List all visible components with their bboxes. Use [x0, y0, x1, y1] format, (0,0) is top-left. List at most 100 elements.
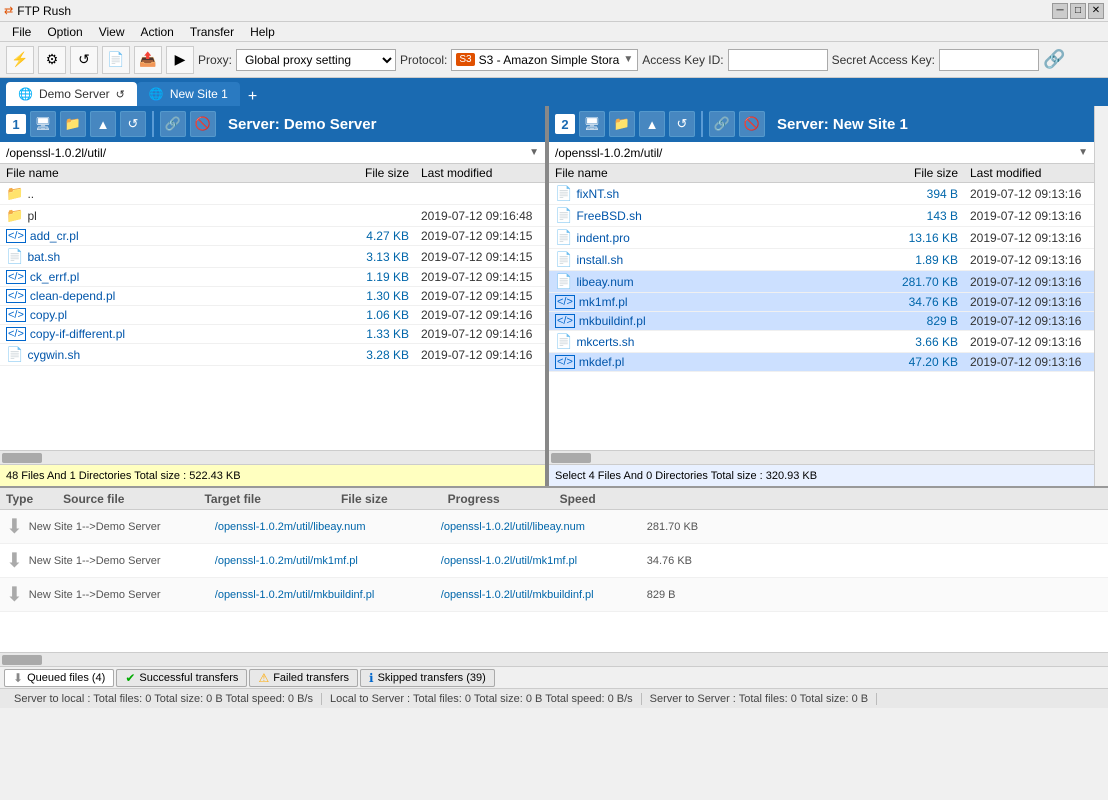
add-tab-button[interactable]: + [240, 88, 265, 106]
protocol-dropdown-icon[interactable]: ▼ [623, 54, 633, 65]
table-row[interactable]: </>copy-if-different.pl 1.33 KB 2019-07-… [0, 325, 545, 344]
access-key-input[interactable] [728, 49, 828, 71]
panel-1-path-text[interactable]: /openssl-1.0.2l/util/ [6, 146, 106, 160]
menu-option[interactable]: Option [39, 23, 90, 41]
transfer-row-type: New Site 1-->Demo Server [29, 555, 209, 567]
status-local-to-server: Local to Server : Total files: 0 Total s… [322, 693, 642, 705]
panel-2-up-btn[interactable]: ▲ [639, 111, 665, 137]
terminal-button[interactable]: ▶ [166, 46, 194, 74]
table-row[interactable]: </>ck_errf.pl 1.19 KB 2019-07-12 09:14:1… [0, 268, 545, 287]
titlebar-left: ⇄ FTP Rush [4, 4, 71, 18]
transfer-row-target: /openssl-1.0.2l/util/mk1mf.pl [441, 555, 641, 567]
panel-2-col-size[interactable]: File size [874, 164, 964, 183]
panel-2-desktop-btn[interactable]: 🖥 [579, 111, 605, 137]
proxy-select[interactable]: Global proxy setting [236, 49, 396, 71]
table-row[interactable]: 📄cygwin.sh 3.28 KB 2019-07-12 09:14:16 [0, 344, 545, 366]
bottom-tab-3[interactable]: ℹSkipped transfers (39) [360, 669, 495, 687]
panel-2-ban-btn[interactable]: 🚫 [739, 111, 765, 137]
panel-1-up-btn[interactable]: ▲ [90, 111, 116, 137]
table-row[interactable]: </>copy.pl 1.06 KB 2019-07-12 09:14:16 [0, 306, 545, 325]
bottom-tab-1[interactable]: ✔Successful transfers [116, 669, 247, 687]
table-row[interactable]: 📄bat.sh 3.13 KB 2019-07-12 09:14:15 [0, 246, 545, 268]
panel-1-divider [152, 111, 154, 137]
right-scrollbar[interactable] [1094, 106, 1108, 486]
table-row[interactable]: 📄mkcerts.sh 3.66 KB 2019-07-12 09:13:16 [549, 331, 1094, 353]
panel-2-title: Server: New Site 1 [777, 116, 908, 133]
table-row[interactable]: 📄indent.pro 13.16 KB 2019-07-12 09:13:16 [549, 227, 1094, 249]
panel-1-link-btn[interactable]: 🔗 [160, 111, 186, 137]
minimize-button[interactable]: ─ [1052, 3, 1068, 19]
menu-help[interactable]: Help [242, 23, 283, 41]
panel-2-link-btn[interactable]: 🔗 [709, 111, 735, 137]
bottom-tab-icon-1: ✔ [125, 671, 135, 685]
panel-2-path: /openssl-1.0.2m/util/ ▼ [549, 142, 1094, 164]
table-row[interactable]: </>mkbuildinf.pl 829 B 2019-07-12 09:13:… [549, 312, 1094, 331]
transfer-col-type: Type [6, 492, 33, 506]
toolbar: ⚡ ⚙ ↺ 📄 📤 ▶ Proxy: Global proxy setting … [0, 42, 1108, 78]
transfer-col-progress: Progress [448, 492, 500, 506]
table-row[interactable]: </>clean-depend.pl 1.30 KB 2019-07-12 09… [0, 287, 545, 306]
panel-2-file-table: File name File size Last modified 📄fixNT… [549, 164, 1094, 450]
table-row[interactable]: 📁.. [0, 183, 545, 205]
bottom-tab-label-0: Queued files (4) [27, 672, 105, 684]
chain-icon: 🔗 [1043, 49, 1065, 70]
close-button[interactable]: ✕ [1088, 3, 1104, 19]
status-server-to-local: Server to local : Total files: 0 Total s… [6, 693, 322, 705]
tab-new-site-1-label: New Site 1 [170, 87, 228, 101]
transfer-row[interactable]: ⬇ New Site 1-->Demo Server /openssl-1.0.… [0, 510, 1108, 544]
transfer-col-source: Source file [63, 492, 124, 506]
secret-key-input[interactable] [939, 49, 1039, 71]
panel-1: 1 🖥 📁 ▲ ↺ 🔗 🚫 Server: Demo Server /opens… [0, 106, 545, 486]
table-row[interactable]: 📄fixNT.sh 394 B 2019-07-12 09:13:16 [549, 183, 1094, 205]
transfer-row-source: /openssl-1.0.2m/util/mkbuildinf.pl [215, 589, 435, 601]
panel-2-folder-btn[interactable]: 📁 [609, 111, 635, 137]
settings-button[interactable]: ⚙ [38, 46, 66, 74]
panel-1-col-size[interactable]: File size [335, 164, 415, 183]
table-row[interactable]: </>add_cr.pl 4.27 KB 2019-07-12 09:14:15 [0, 227, 545, 246]
refresh-button[interactable]: ↺ [70, 46, 98, 74]
menu-file[interactable]: File [4, 23, 39, 41]
panel-1-hscroll[interactable] [0, 450, 545, 464]
table-row[interactable]: </>mkdef.pl 47.20 KB 2019-07-12 09:13:16 [549, 353, 1094, 372]
transfer-hscroll[interactable] [0, 652, 1108, 666]
table-row[interactable]: </>mk1mf.pl 34.76 KB 2019-07-12 09:13:16 [549, 293, 1094, 312]
panel-1-ban-btn[interactable]: 🚫 [190, 111, 216, 137]
transfer-row[interactable]: ⬇ New Site 1-->Demo Server /openssl-1.0.… [0, 544, 1108, 578]
maximize-button[interactable]: □ [1070, 3, 1086, 19]
table-row[interactable]: 📁pl 2019-07-12 09:16:48 [0, 205, 545, 227]
menu-transfer[interactable]: Transfer [182, 23, 242, 41]
protocol-label: Protocol: [400, 53, 447, 67]
tab-demo-server[interactable]: 🌐 Demo Server ↺ [6, 82, 137, 106]
panel-2-path-text[interactable]: /openssl-1.0.2m/util/ [555, 146, 662, 160]
panel-1-col-date[interactable]: Last modified [415, 164, 545, 183]
panel-2: 2 🖥 📁 ▲ ↺ 🔗 🚫 Server: New Site 1 /openss… [549, 106, 1094, 486]
tab-demo-server-refresh[interactable]: ↺ [116, 88, 125, 101]
new-file-button[interactable]: 📄 [102, 46, 130, 74]
transfer-row-source: /openssl-1.0.2m/util/mk1mf.pl [215, 555, 435, 567]
table-row[interactable]: 📄install.sh 1.89 KB 2019-07-12 09:13:16 [549, 249, 1094, 271]
tab-new-site-1[interactable]: 🌐 New Site 1 [137, 82, 240, 106]
panel-1-refresh-btn[interactable]: ↺ [120, 111, 146, 137]
transfer-col-speed: Speed [560, 492, 596, 506]
upload-button[interactable]: 📤 [134, 46, 162, 74]
panel-2-refresh-btn[interactable]: ↺ [669, 111, 695, 137]
bottom-tab-2[interactable]: ⚠Failed transfers [249, 669, 358, 687]
transfer-col-size: File size [341, 492, 388, 506]
panel-1-desktop-btn[interactable]: 🖥 [30, 111, 56, 137]
panel-2-hscroll[interactable] [549, 450, 1094, 464]
bottom-tab-icon-2: ⚠ [258, 671, 269, 685]
menu-view[interactable]: View [91, 23, 133, 41]
menu-action[interactable]: Action [133, 23, 182, 41]
panel-1-col-name[interactable]: File name [0, 164, 335, 183]
access-key-label: Access Key ID: [642, 53, 723, 67]
panel-2-col-date[interactable]: Last modified [964, 164, 1094, 183]
panel-2-col-name[interactable]: File name [549, 164, 874, 183]
transfer-row[interactable]: ⬇ New Site 1-->Demo Server /openssl-1.0.… [0, 578, 1108, 612]
panel-1-folder-btn[interactable]: 📁 [60, 111, 86, 137]
panel-1-path-dropdown[interactable]: ▼ [529, 147, 539, 158]
panel-2-path-dropdown[interactable]: ▼ [1078, 147, 1088, 158]
table-row[interactable]: 📄FreeBSD.sh 143 B 2019-07-12 09:13:16 [549, 205, 1094, 227]
bottom-tab-0[interactable]: ⬇Queued files (4) [4, 669, 114, 687]
connect-button[interactable]: ⚡ [6, 46, 34, 74]
table-row[interactable]: 📄libeay.num 281.70 KB 2019-07-12 09:13:1… [549, 271, 1094, 293]
